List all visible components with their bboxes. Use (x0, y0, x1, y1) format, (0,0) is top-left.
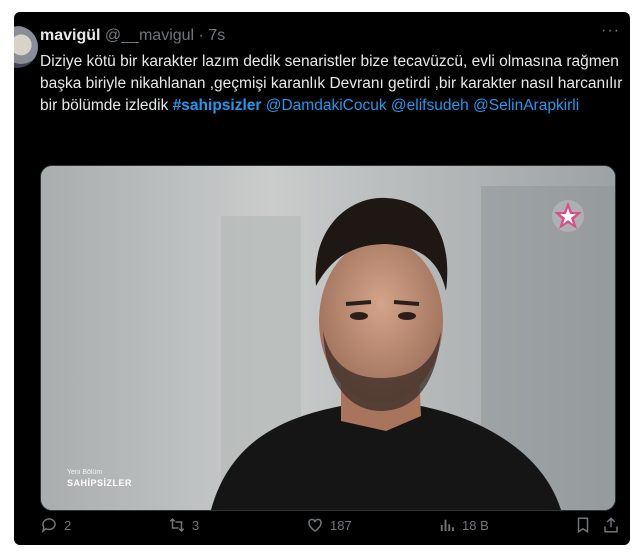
overlay-subtitle: Yeni Bölüm (67, 469, 103, 476)
mention-link[interactable]: @SelinArapkirli (473, 97, 579, 114)
timestamp[interactable]: 7s (208, 27, 225, 44)
like-count: 187 (330, 517, 352, 533)
views-icon (440, 519, 454, 531)
hashtag-link[interactable]: #sahipsizler (173, 97, 262, 114)
bookmark-button[interactable] (574, 516, 592, 534)
mention-link[interactable]: @elifsudeh (391, 97, 469, 114)
views-count: 18 B (462, 517, 489, 533)
bookmark-icon (577, 517, 589, 534)
display-name[interactable]: mavigül (40, 27, 100, 44)
tweet-card[interactable]: mavigül @__mavigul · 7s ··· Diziye kötü … (14, 12, 630, 545)
mention-link[interactable]: @DamdakiCocuk (266, 97, 387, 114)
tweet-header: mavigül @__mavigul · 7s (40, 26, 225, 46)
share-button[interactable] (602, 516, 620, 534)
tweet-actions: 2 3 187 18 B (40, 514, 625, 538)
overlay-title: SAHİPSİZLER (67, 478, 133, 488)
like-button[interactable]: 187 (306, 516, 352, 534)
media-overlay-label: Yeni Bölüm SAHİPSİZLER (67, 469, 132, 488)
reply-button[interactable]: 2 (40, 516, 71, 534)
user-handle[interactable]: @__mavigul (105, 27, 194, 44)
heart-icon (308, 518, 322, 532)
views-button[interactable]: 18 B (438, 516, 489, 534)
separator: · (198, 27, 204, 44)
retweet-count: 3 (192, 517, 200, 533)
tweet-media-image[interactable]: Yeni Bölüm SAHİPSİZLER (40, 165, 616, 511)
share-icon (604, 517, 618, 533)
reply-icon (41, 518, 56, 533)
retweet-icon (169, 517, 185, 533)
media-photo (41, 166, 615, 510)
avatar[interactable] (14, 26, 38, 70)
tweet-text: Diziye kötü bir karakter lazım dedik sen… (40, 51, 625, 117)
more-options-icon[interactable]: ··· (601, 22, 620, 40)
reply-count: 2 (64, 517, 72, 533)
retweet-button[interactable]: 3 (168, 516, 199, 534)
